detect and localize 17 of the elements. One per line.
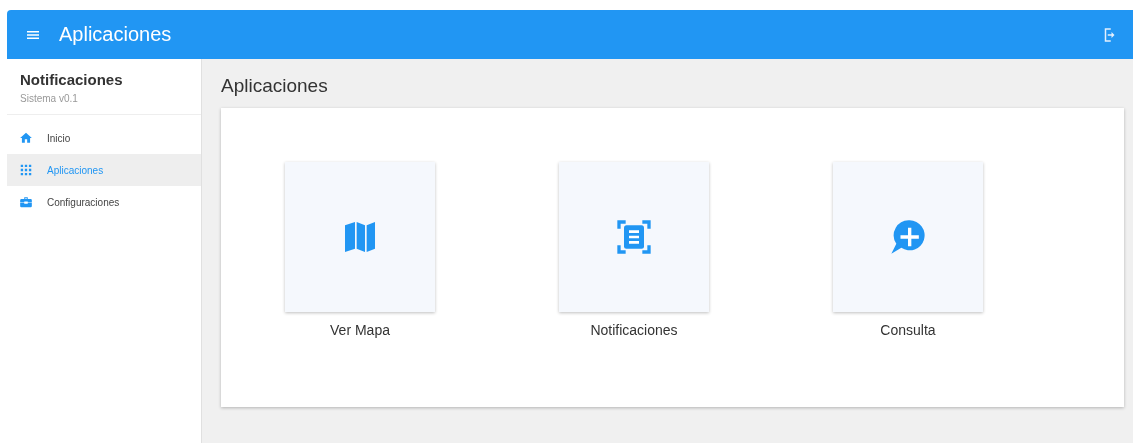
tile-label: Notificaciones xyxy=(590,322,678,338)
tile-label: Ver Mapa xyxy=(330,322,390,338)
version-label: Sistema v0.1 xyxy=(20,93,79,104)
tile-label: Consulta xyxy=(880,322,936,338)
app-tile[interactable] xyxy=(285,162,435,312)
app-tile[interactable] xyxy=(559,162,709,312)
home-icon xyxy=(19,131,33,145)
grid-icon xyxy=(19,163,33,177)
page-heading: Aplicaciones xyxy=(221,75,329,97)
sidebar-title: Notificaciones xyxy=(20,71,124,88)
document-icon xyxy=(614,217,654,257)
app-tile[interactable] xyxy=(833,162,983,312)
app-title: Aplicaciones xyxy=(59,23,172,46)
toolbox-icon xyxy=(19,195,33,209)
nav-item[interactable]: Inicio xyxy=(7,122,201,154)
chat-add-icon xyxy=(888,217,928,257)
nav-item[interactable]: Configuraciones xyxy=(7,186,201,218)
